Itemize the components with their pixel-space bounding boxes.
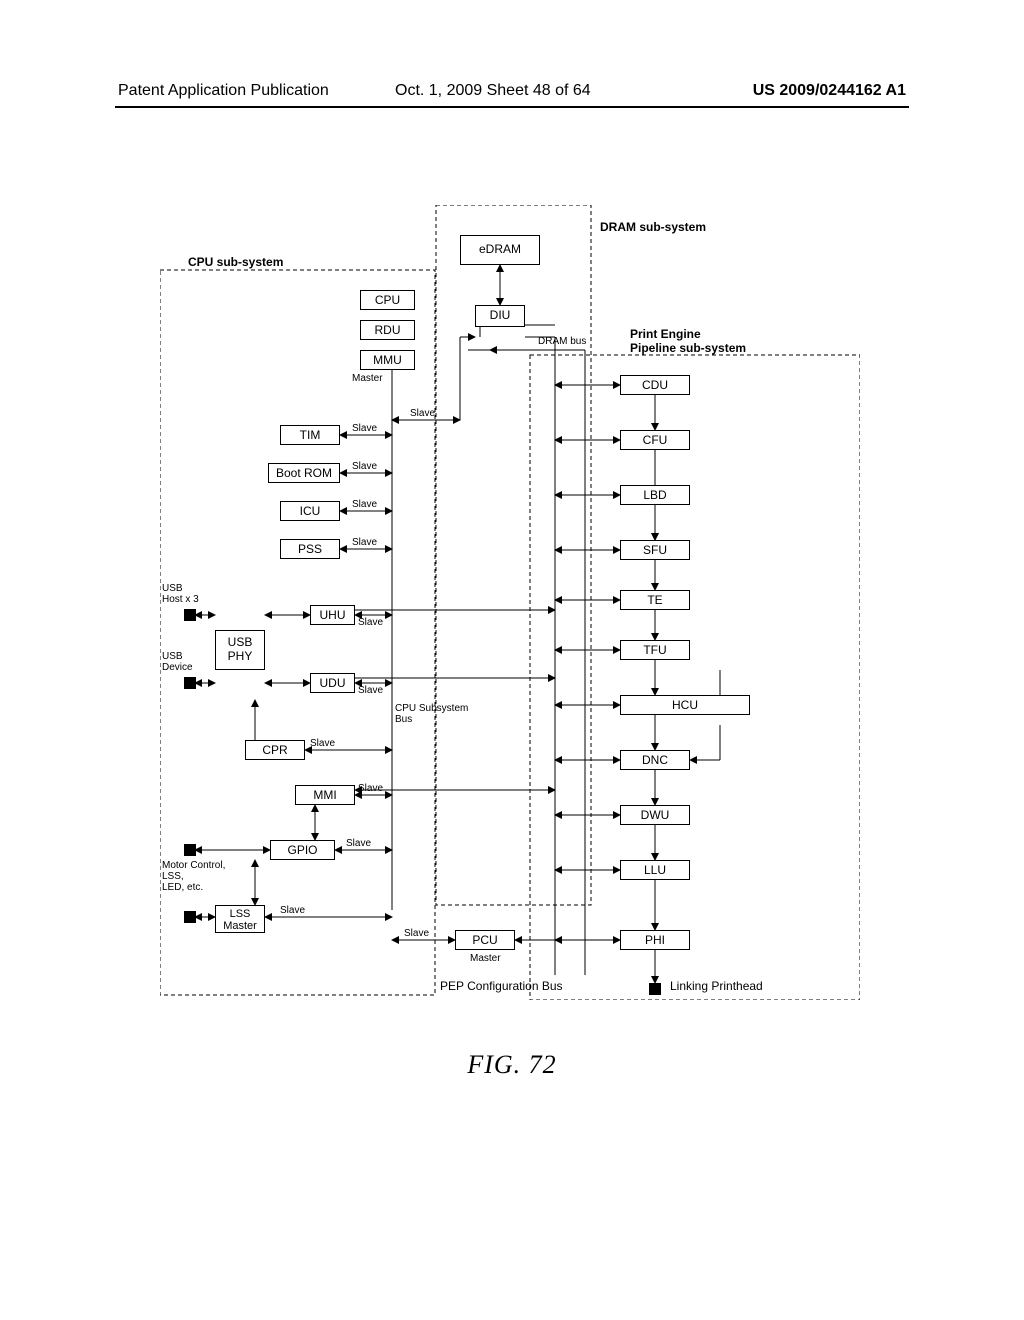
lbl-pep-bus: PEP Configuration Bus	[440, 979, 563, 993]
box-udu: UDU	[310, 673, 355, 693]
box-sfu: SFU	[620, 540, 690, 560]
box-tim: TIM	[280, 425, 340, 445]
lbl-slave-mmi: Slave	[358, 783, 383, 794]
box-edram: eDRAM	[460, 235, 540, 265]
box-cdu: CDU	[620, 375, 690, 395]
box-cpr: CPR	[245, 740, 305, 760]
port-motor	[184, 844, 196, 856]
box-uhu: UHU	[310, 605, 355, 625]
region-label-pep: Print Engine Pipeline sub-system	[630, 327, 746, 355]
port-usb-device	[184, 677, 196, 689]
lbl-slave-icu: Slave	[352, 499, 377, 510]
header-left: Patent Application Publication	[118, 82, 329, 100]
port-printhead	[649, 983, 661, 995]
box-pcu: PCU	[455, 930, 515, 950]
lbl-slave-pcu: Slave	[404, 928, 429, 939]
header-mid: Oct. 1, 2009 Sheet 48 of 64	[395, 82, 591, 100]
lbl-slave-gpio: Slave	[346, 838, 371, 849]
port-lss-out	[184, 911, 196, 923]
box-lbd: LBD	[620, 485, 690, 505]
lbl-usb-device: USB Device	[162, 651, 193, 673]
box-usbphy: USB PHY	[215, 630, 265, 670]
box-llu: LLU	[620, 860, 690, 880]
lbl-linking: Linking Printhead	[670, 979, 763, 993]
port-usb-host	[184, 609, 196, 621]
box-icu: ICU	[280, 501, 340, 521]
box-rdu: RDU	[360, 320, 415, 340]
figure-caption: FIG. 72	[0, 1050, 1024, 1080]
box-pss: PSS	[280, 539, 340, 559]
header-rule	[115, 106, 909, 108]
lbl-usb-host: USB Host x 3	[162, 583, 199, 605]
lbl-slave-uhu: Slave	[358, 617, 383, 628]
box-gpio: GPIO	[270, 840, 335, 860]
box-lss: LSS Master	[215, 905, 265, 933]
lbl-slave-cpr: Slave	[310, 738, 335, 749]
box-dwu: DWU	[620, 805, 690, 825]
diagram: CPU sub-system DRAM sub-system Print Eng…	[160, 205, 860, 1000]
lbl-slave-lss: Slave	[280, 905, 305, 916]
box-cpu: CPU	[360, 290, 415, 310]
lbl-slave-top: Slave	[410, 408, 435, 419]
box-cfu: CFU	[620, 430, 690, 450]
box-hcu: HCU	[620, 695, 750, 715]
box-phi: PHI	[620, 930, 690, 950]
page-header: Patent Application Publication Oct. 1, 2…	[0, 82, 1024, 112]
lbl-master-pcu: Master	[470, 953, 501, 964]
lbl-cpu-bus: CPU Subsystem Bus	[395, 703, 468, 725]
lbl-slave-tim: Slave	[352, 423, 377, 434]
lbl-slave-boot: Slave	[352, 461, 377, 472]
box-diu: DIU	[475, 305, 525, 327]
lbl-slave-pss: Slave	[352, 537, 377, 548]
box-te: TE	[620, 590, 690, 610]
box-dnc: DNC	[620, 750, 690, 770]
lbl-master1: Master	[352, 373, 383, 384]
box-bootrom: Boot ROM	[268, 463, 340, 483]
box-mmu: MMU	[360, 350, 415, 370]
header-right: US 2009/0244162 A1	[753, 82, 906, 100]
region-label-cpu: CPU sub-system	[188, 255, 283, 269]
lbl-slave-udu: Slave	[358, 685, 383, 696]
region-label-dram: DRAM sub-system	[600, 220, 706, 234]
lbl-dram-bus: DRAM bus	[538, 336, 586, 347]
box-tfu: TFU	[620, 640, 690, 660]
box-mmi: MMI	[295, 785, 355, 805]
lbl-motor: Motor Control, LSS, LED, etc.	[162, 860, 225, 893]
